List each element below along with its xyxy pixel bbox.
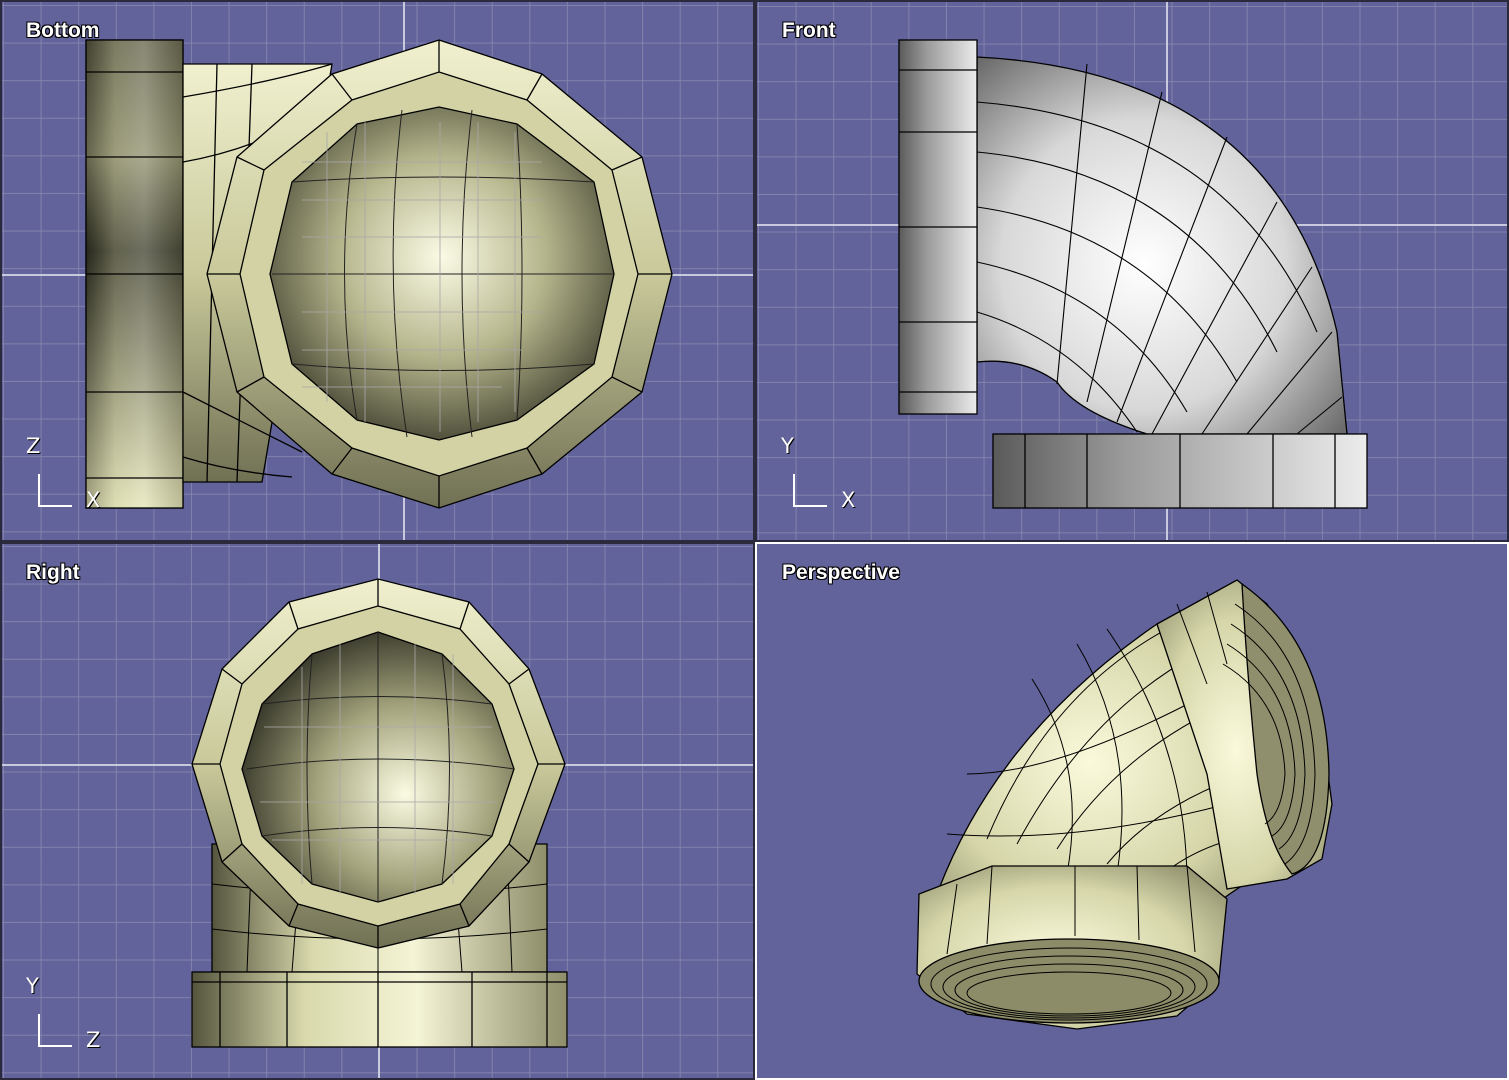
viewport-label: Right — [26, 561, 80, 584]
viewport-perspective[interactable]: Perspective — [755, 542, 1509, 1080]
axis-indicator: Y X — [779, 434, 869, 524]
viewport-label: Front — [782, 19, 836, 42]
axis-right-label: X — [86, 488, 101, 512]
axis-right-label: X — [841, 488, 856, 512]
elbow-fitting-bottom-view[interactable] — [2, 2, 755, 542]
viewport-right[interactable]: Right Y Z — [0, 542, 755, 1080]
viewport-label: Bottom — [26, 19, 100, 42]
axis-up-label: Z — [26, 434, 41, 458]
elbow-fitting-perspective-view[interactable] — [757, 544, 1509, 1080]
axis-right-label: Z — [86, 1028, 101, 1052]
axis-indicator: Z X — [24, 434, 114, 524]
viewport-front[interactable]: Front Y X — [755, 0, 1509, 542]
elbow-fitting-right-view[interactable] — [2, 544, 755, 1080]
viewport-label: Perspective — [782, 561, 900, 584]
viewport-bottom[interactable]: Bottom Z X — [0, 0, 755, 542]
axis-up-label: Y — [781, 434, 794, 458]
four-viewport-workspace: Bottom Z X Front Y X Right Y Z Perspecti… — [0, 0, 1509, 1080]
elbow-fitting-front-view[interactable] — [757, 2, 1509, 542]
axis-indicator: Y Z — [24, 974, 114, 1064]
axis-up-label: Y — [26, 974, 39, 998]
